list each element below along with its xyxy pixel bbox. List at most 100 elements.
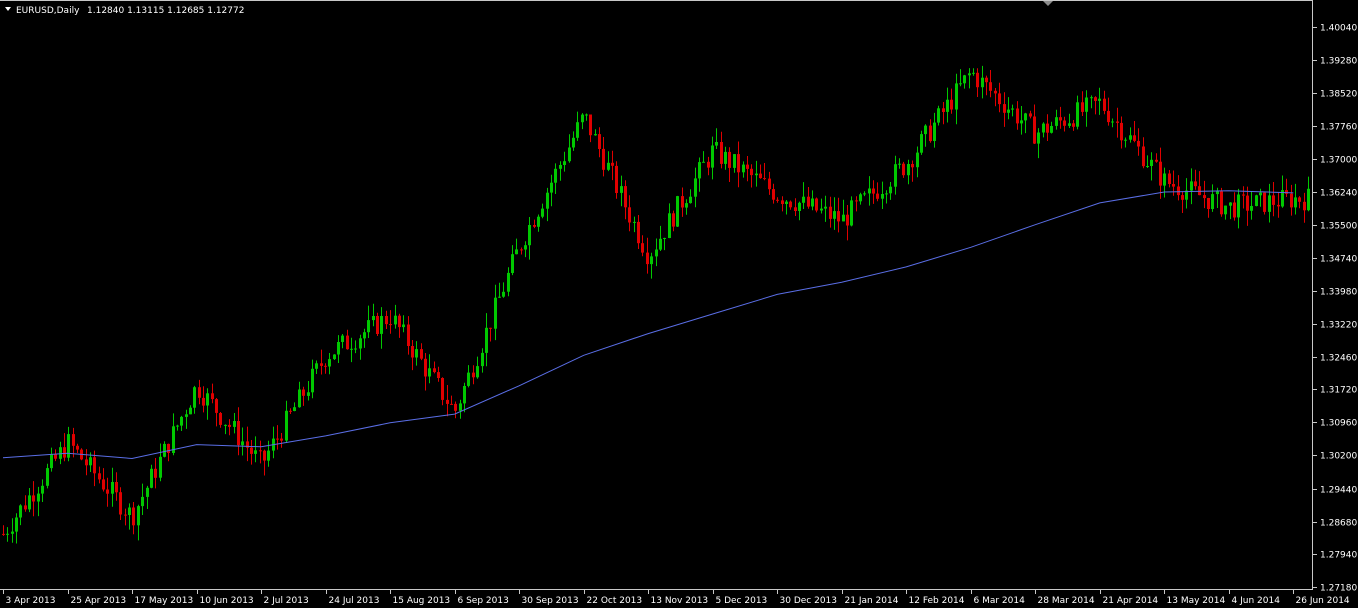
candle-body-down [324, 365, 327, 367]
candle-body-up [180, 416, 183, 426]
candle-body-up [50, 454, 53, 469]
candle-body-up [668, 213, 671, 238]
candle-body-up [755, 173, 758, 176]
price-tick-label: 1.30200 [1320, 452, 1357, 462]
candle-body-down [1290, 193, 1293, 208]
candle-body-up [233, 421, 236, 427]
candle-body-up [694, 178, 697, 197]
candle-body-down [1246, 195, 1249, 211]
candle-body-up [402, 324, 405, 328]
candle-body-down [454, 403, 457, 411]
candle-body-down [1263, 192, 1266, 212]
candle-body-down [167, 443, 170, 453]
candle-body-down [837, 211, 840, 222]
price-tick-label: 1.27180 [1320, 584, 1357, 594]
candle-body-down [602, 148, 605, 170]
candle-body-up [141, 496, 144, 507]
candle-body-down [1059, 117, 1062, 121]
candle-body-up [363, 332, 366, 339]
candle-body-up [1224, 205, 1227, 215]
candle-body-up [298, 389, 301, 408]
candle-body-up [881, 194, 884, 199]
price-tick-label: 1.37760 [1320, 123, 1357, 133]
candle-body-up [467, 372, 470, 386]
candle-body-up [1146, 166, 1149, 167]
candle-body-up [463, 386, 466, 404]
candle-body-up [785, 201, 788, 204]
candle-body-up [59, 447, 62, 459]
candle-body-up [550, 182, 553, 193]
price-tick-label: 1.32460 [1320, 354, 1357, 364]
candle-body-up [1085, 97, 1088, 112]
candle-body-down [376, 316, 379, 334]
candle-body-down [728, 151, 731, 168]
candle-body-up [833, 211, 836, 219]
candle-body-down [1072, 123, 1075, 127]
candle-body-up [111, 482, 114, 494]
candle-body-up [11, 531, 14, 534]
candle-body-up [633, 221, 636, 223]
candle-body-up [702, 161, 705, 163]
candle-body-up [1229, 202, 1232, 206]
candle-body-up [924, 125, 927, 135]
candle-body-down [759, 173, 762, 179]
price-tick-label: 1.29440 [1320, 486, 1357, 496]
candle-body-down [437, 372, 440, 378]
candle-body-up [968, 73, 971, 76]
candle-body-down [1272, 195, 1275, 205]
candle-body-up [972, 72, 975, 74]
date-tick-label: 25 Apr 2013 [71, 596, 127, 606]
candle-body-up [581, 114, 584, 123]
price-tick-label: 1.37000 [1320, 156, 1357, 166]
candle-body-up [285, 410, 288, 441]
candle-body-up [711, 145, 714, 168]
candle-body-up [1090, 97, 1093, 99]
ohlc-label: 1.12840 1.13115 1.12685 1.12772 [87, 6, 244, 16]
candle-body-up [189, 407, 192, 415]
candle-body-down [202, 397, 205, 406]
candle-body-up [1037, 132, 1040, 144]
candle-body-up [481, 352, 484, 367]
candle-body-down [1220, 191, 1223, 215]
candle-body-up [898, 163, 901, 165]
price-chart[interactable]: 1.40040 1.39280 1.38520 1.37760 1.37000 1.362… [0, 0, 1358, 608]
candle-body-down [1094, 97, 1097, 101]
candle-body-down [846, 214, 849, 226]
candle-body-up [224, 424, 227, 426]
candle-body-down [450, 403, 453, 405]
candle-body-up [311, 368, 314, 393]
candle-body-up [67, 434, 70, 458]
price-tick-label: 1.33980 [1320, 288, 1357, 298]
candle-body-up [128, 507, 131, 515]
candle-body-down [215, 399, 218, 413]
candle-body-down [646, 252, 649, 265]
candle-body-up [176, 425, 179, 427]
candle-body-down [985, 77, 988, 83]
candle-body-down [707, 161, 710, 168]
candle-body-up [315, 363, 318, 369]
candle-body-up [1307, 188, 1310, 211]
candle-body-down [1133, 135, 1136, 141]
candle-body-up [959, 83, 962, 85]
candle-body-down [407, 324, 410, 346]
candle-body-up [1007, 109, 1010, 113]
candle-body-up [15, 517, 18, 532]
candle-body-up [859, 194, 862, 202]
candle-body-down [942, 108, 945, 112]
candle-body-down [772, 189, 775, 200]
candle-body-up [146, 487, 149, 497]
candle-body-up [963, 75, 966, 84]
date-tick-label: 6 Mar 2014 [974, 596, 1026, 606]
candle-body-down [998, 93, 1001, 105]
candle-body-down [911, 164, 914, 168]
candle-body-down [1177, 186, 1180, 196]
date-tick-label: 17 May 2013 [135, 596, 194, 606]
candle-body-down [1120, 122, 1123, 141]
candle-body-up [350, 348, 353, 350]
candle-body-down [424, 358, 427, 377]
candle-body-down [598, 134, 601, 149]
candle-body-down [750, 168, 753, 176]
candle-body-up [476, 366, 479, 378]
candle-body-down [102, 479, 105, 490]
candle-body-down [398, 315, 401, 328]
